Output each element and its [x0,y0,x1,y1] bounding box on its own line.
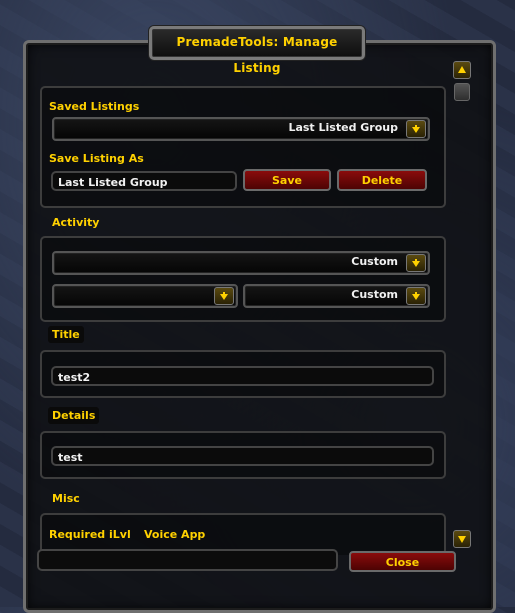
voice-app-label: Voice App [144,528,206,541]
details-label: Details [48,407,100,424]
dropdown-arrow-button[interactable] [406,254,426,272]
misc-label: Misc [52,492,80,505]
save-listing-as-label: Save Listing As [49,152,144,165]
save-listing-as-input[interactable]: Last Listed Group [51,171,237,191]
scroll-down-button[interactable] [453,530,471,548]
close-button[interactable]: Close [349,551,456,572]
save-button[interactable]: Save [243,169,331,191]
dropdown-arrow-button[interactable] [214,287,234,305]
saved-listings-label: Saved Listings [49,100,140,113]
arrow-up-icon [458,66,466,73]
delete-button[interactable]: Delete [337,169,427,191]
activity-type-value: Custom [351,288,398,301]
activity-section [40,236,446,322]
saved-listings-value: Last Listed Group [288,121,398,134]
arrow-down-icon [458,536,466,543]
activity-label: Activity [52,216,100,229]
activity-type-dropdown[interactable]: Custom [243,284,430,308]
required-ilvl-label: Required iLvl [49,528,131,541]
scroll-thumb[interactable] [454,83,470,101]
scroll-up-button[interactable] [453,61,471,79]
saved-listings-dropdown[interactable]: Last Listed Group [52,117,430,141]
dropdown-arrow-button[interactable] [406,120,426,138]
chevron-down-icon [412,292,420,300]
status-field [37,549,338,571]
window-title[interactable]: PremadeTools: Manage Listing [149,26,365,75]
title-label: Title [48,326,84,343]
dropdown-arrow-button[interactable] [406,287,426,305]
chevron-down-icon [220,292,228,300]
activity-category-value: Custom [351,255,398,268]
details-input[interactable]: test [51,446,434,466]
chevron-down-icon [412,125,420,133]
activity-group-dropdown[interactable] [52,284,238,308]
activity-category-dropdown[interactable]: Custom [52,251,430,275]
title-input[interactable]: test2 [51,366,434,386]
chevron-down-icon [412,259,420,267]
